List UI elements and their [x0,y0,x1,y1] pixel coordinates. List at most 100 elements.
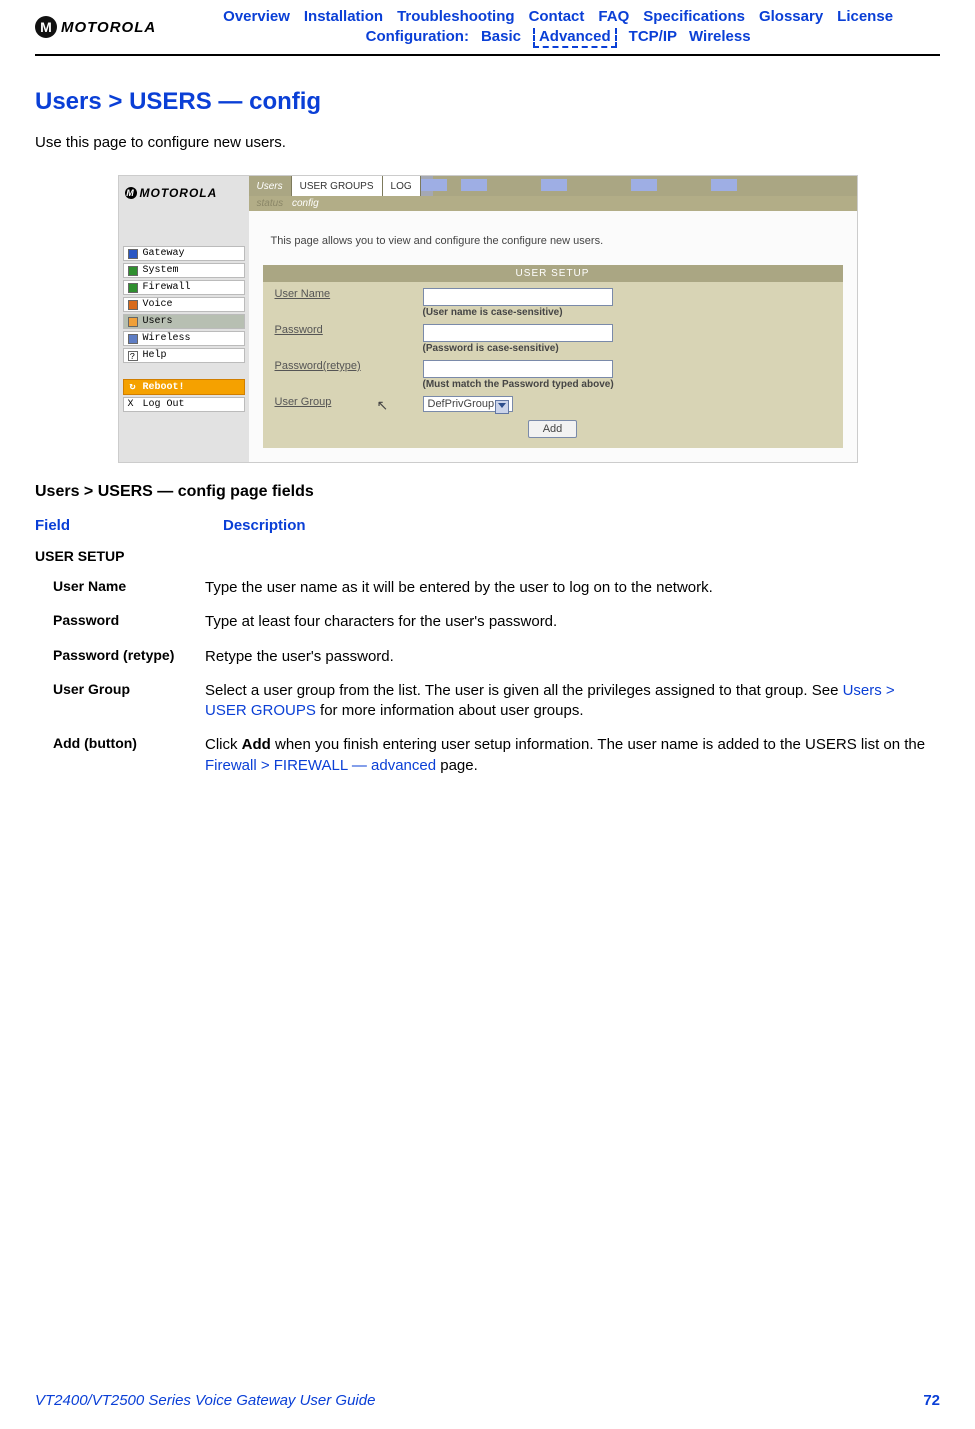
field-desc: Type at least four characters for the us… [205,612,940,632]
field-row-password-retype: Password (retype) Retype the user's pass… [35,647,940,667]
screenshot-brand-icon: M [125,187,137,199]
sidebar-item-label: Users [143,316,173,327]
sidebar-item-label: Voice [143,299,173,310]
desc-bold: Add [242,736,271,753]
brand-logo: M MOTOROLA [35,16,156,38]
nav-advanced-active[interactable]: Advanced [533,28,617,48]
close-icon: X [128,399,138,410]
sidebar-item-system[interactable]: System [123,263,245,278]
nav-basic[interactable]: Basic [481,28,521,48]
nav-tcpip[interactable]: TCP/IP [629,28,677,48]
nav-troubleshooting[interactable]: Troubleshooting [397,8,515,25]
tab-log[interactable]: LOG [383,176,421,196]
desc-text: Select a user group from the list. The u… [205,682,843,699]
fields-header-desc: Description [223,517,306,534]
cursor-icon: ↖ [377,397,389,414]
square-icon [128,249,138,259]
field-row-user-group: User Group Select a user group from the … [35,681,940,722]
question-icon: ? [128,351,138,361]
nav-contact[interactable]: Contact [529,8,585,25]
add-button[interactable]: Add [528,420,578,438]
field-desc: Retype the user's password. [205,647,940,667]
user-setup-panel: USER SETUP User Name (User name is case-… [263,265,843,448]
screenshot-brand: M MOTOROLA [123,180,245,212]
page-title: Users > USERS — config [35,88,940,116]
desc-text: Click [205,736,242,753]
sidebar-item-firewall[interactable]: Firewall [123,280,245,295]
page-footer: VT2400/VT2500 Series Voice Gateway User … [35,1392,940,1409]
subtab-status[interactable]: status [257,198,284,209]
user-group-value: DefPrivGroup [428,398,495,410]
password-hint: (Password is case-sensitive) [423,343,831,354]
field-name: User Name [35,578,205,598]
embedded-screenshot: M MOTOROLA Gateway System Firewall Voice… [118,175,858,463]
fields-title: Users > USERS — config page fields [35,483,940,501]
desc-text: for more information about user groups. [316,702,584,719]
nav-license[interactable]: License [837,8,893,25]
field-desc: Select a user group from the list. The u… [205,681,940,722]
nav-configuration-label: Configuration: [366,28,469,48]
screenshot-tabs: Users USER GROUPS LOG [249,176,857,196]
field-row-password: Password Type at least four characters f… [35,612,940,632]
password-retype-input[interactable] [423,360,613,378]
sidebar-item-label: Log Out [143,399,185,410]
tab-decoration [421,176,857,196]
tab-user-groups[interactable]: USER GROUPS [292,176,383,196]
link-firewall-advanced[interactable]: Firewall > FIREWALL — advanced [205,757,436,774]
user-group-select[interactable]: DefPrivGroup [423,396,514,412]
password-retype-label: Password(retype) [275,360,405,390]
nav-specifications[interactable]: Specifications [643,8,745,25]
password-input[interactable] [423,324,613,342]
desc-text: page. [436,757,478,774]
field-desc: Click Add when you finish entering user … [205,735,940,776]
sidebar-item-gateway[interactable]: Gateway [123,246,245,261]
square-icon [128,300,138,310]
brand-mark-icon: M [35,16,57,38]
screenshot-body-text: This page allows you to view and configu… [263,225,843,265]
field-name: Add (button) [35,735,205,776]
square-icon [128,317,138,327]
nav-overview[interactable]: Overview [223,8,290,25]
field-name: Password (retype) [35,647,205,667]
brand-word: MOTOROLA [61,19,156,36]
sidebar-reboot-button[interactable]: ↻ Reboot! [123,379,245,395]
intro-text: Use this page to configure new users. [35,134,940,151]
tab-users[interactable]: Users [249,176,292,196]
nav-glossary[interactable]: Glossary [759,8,823,25]
sidebar-item-help[interactable]: ?Help [123,348,245,363]
sidebar-item-label: Gateway [143,248,185,259]
sidebar-item-label: System [143,265,179,276]
square-icon [128,283,138,293]
password-retype-hint: (Must match the Password typed above) [423,379,831,390]
reboot-icon: ↻ [128,381,138,393]
field-row-username: User Name Type the user name as it will … [35,578,940,598]
square-icon [128,266,138,276]
password-label: Password [275,324,405,354]
nav-wireless[interactable]: Wireless [689,28,751,48]
screenshot-brand-word: MOTOROLA [140,186,218,200]
desc-text: when you finish entering user setup info… [271,736,925,753]
sidebar-item-label: Reboot! [143,382,185,393]
screenshot-sidebar: M MOTOROLA Gateway System Firewall Voice… [119,176,249,462]
chevron-down-icon [498,403,506,408]
sidebar-item-label: Wireless [143,333,191,344]
nav-faq[interactable]: FAQ [598,8,629,25]
username-input[interactable] [423,288,613,306]
sidebar-item-wireless[interactable]: Wireless [123,331,245,346]
sidebar-logout-button[interactable]: X Log Out [123,397,245,412]
square-icon [128,334,138,344]
field-name: Password [35,612,205,632]
field-desc: Type the user name as it will be entered… [205,578,940,598]
screenshot-subtabs: status config [249,196,857,211]
nav-installation[interactable]: Installation [304,8,383,25]
panel-header: USER SETUP [263,265,843,282]
footer-page-number: 72 [923,1392,940,1409]
fields-header-field: Field [35,517,223,534]
field-name: User Group [35,681,205,722]
nav-advanced-label: Advanced [539,28,611,45]
field-row-add-button: Add (button) Click Add when you finish e… [35,735,940,776]
subtab-config[interactable]: config [292,198,319,209]
sidebar-item-users[interactable]: Users [123,314,245,329]
fields-section-header: USER SETUP [35,548,940,564]
sidebar-item-voice[interactable]: Voice [123,297,245,312]
